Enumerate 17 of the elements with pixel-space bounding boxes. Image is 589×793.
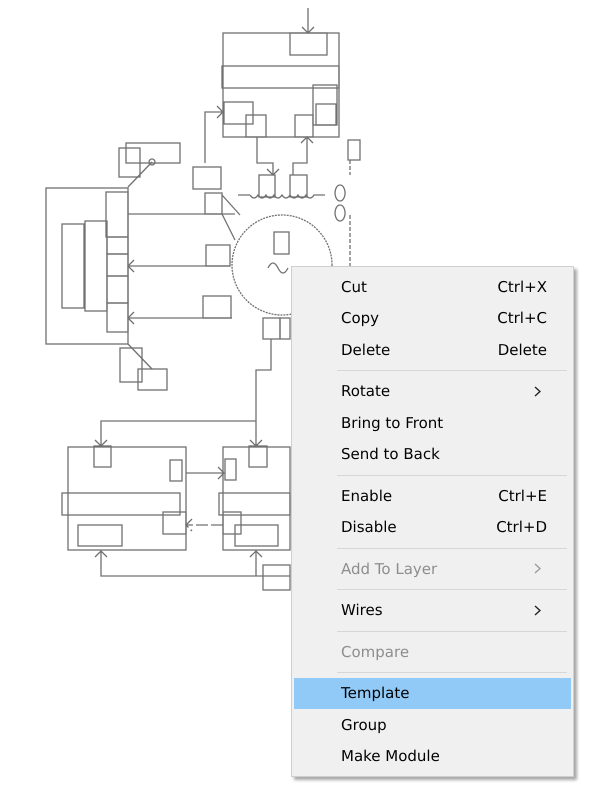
menu-item[interactable]: Copy Ctrl+C bbox=[294, 302, 571, 334]
menu-item[interactable]: Wires bbox=[294, 594, 571, 626]
menu-item[interactable]: Group bbox=[294, 709, 571, 740]
shortcut-label: Delete bbox=[498, 340, 547, 359]
shortcut-label: Ctrl+E bbox=[498, 486, 547, 505]
menu-item[interactable]: Make Module bbox=[294, 740, 571, 772]
menu-item[interactable]: Cut Ctrl+X bbox=[294, 271, 571, 302]
menu-item[interactable]: Delete Delete bbox=[294, 334, 571, 366]
menu-item[interactable]: Template bbox=[294, 678, 571, 709]
menu-item[interactable]: Rotate bbox=[294, 376, 571, 407]
shortcut-label: Ctrl+D bbox=[496, 518, 547, 536]
menu-item[interactable]: Enable Ctrl+E bbox=[294, 480, 571, 512]
menu-item[interactable]: Bring to Front bbox=[294, 407, 571, 438]
menu-item[interactable]: Send to Back bbox=[294, 438, 571, 470]
shortcut-label: Ctrl+X bbox=[497, 278, 547, 296]
menu-item[interactable]: Disable Ctrl+D bbox=[294, 512, 571, 543]
shortcut-label: Ctrl+C bbox=[497, 309, 547, 328]
